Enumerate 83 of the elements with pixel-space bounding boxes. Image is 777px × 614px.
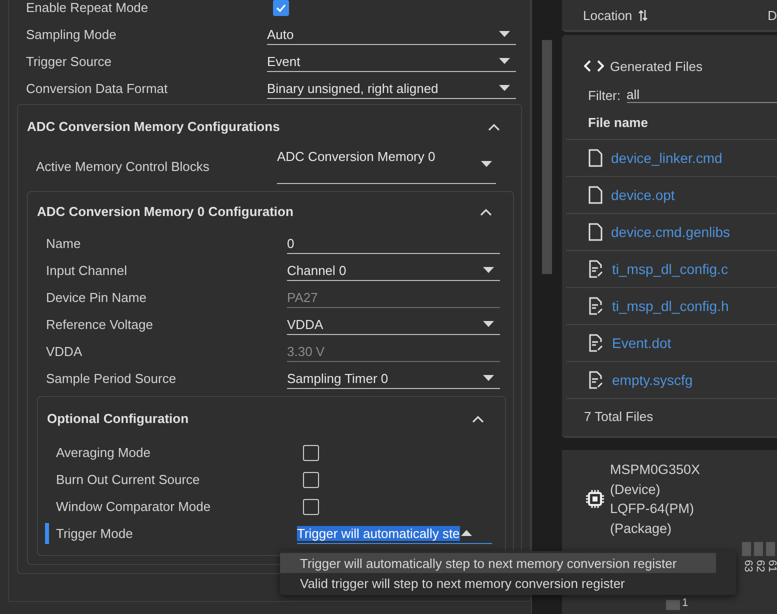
scrollbar-thumb[interactable] — [542, 40, 552, 274]
pin — [742, 542, 751, 556]
caret-icon — [499, 58, 510, 64]
file-link[interactable]: device.cmd.genlibs — [611, 224, 730, 240]
file-link[interactable]: ti_msp_dl_config.h — [612, 298, 729, 314]
card-title: Generated Files — [610, 58, 702, 74]
menu-option[interactable]: Valid trigger will step to next memory conversion register — [280, 573, 716, 593]
checkbox[interactable] — [273, 0, 289, 16]
field-label: Input Channel — [46, 263, 128, 278]
file-link[interactable]: device.opt — [611, 187, 675, 203]
pin — [766, 542, 775, 556]
pin-label: 63 — [742, 560, 754, 572]
sort-icon[interactable] — [638, 8, 648, 22]
field-label: Sample Period Source — [46, 371, 178, 386]
dropdown-field[interactable]: Auto — [267, 24, 516, 44]
dropdown-field[interactable]: Sampling Timer 0 — [287, 368, 500, 388]
code-icon — [584, 60, 604, 72]
checkbox[interactable] — [303, 472, 319, 488]
dropdown-field[interactable]: Event — [267, 52, 516, 72]
pin — [754, 542, 763, 556]
caret-icon — [483, 267, 494, 273]
column-header[interactable]: D — [768, 8, 777, 22]
device-info: MSPM0G350X — [610, 461, 700, 479]
caret-icon — [481, 160, 492, 166]
device-info: (Device) — [610, 480, 662, 499]
field-label: Enable Repeat Mode — [26, 0, 150, 15]
edit-file-icon — [588, 334, 604, 352]
device-info: (Package) — [610, 520, 673, 538]
dropdown-field[interactable]: Channel 0 — [287, 260, 500, 280]
caret-icon — [499, 85, 510, 91]
column-header: File name — [566, 103, 777, 140]
readonly-field: PA27 — [287, 288, 500, 308]
pin — [666, 600, 680, 610]
filter-label: Filter: — [588, 88, 620, 102]
field-label: Trigger Source — [26, 54, 112, 69]
field-label: Window Comparator Mode — [56, 499, 212, 514]
file-icon — [588, 186, 603, 204]
file-icon — [588, 223, 603, 241]
field-label: Sampling Mode — [26, 27, 118, 42]
caret-icon — [483, 375, 494, 381]
field-label: Conversion Data Format — [26, 81, 169, 96]
pin-label: 1 — [682, 597, 688, 609]
pin-label: 62 — [754, 560, 766, 572]
menu-option[interactable]: Trigger will automatically step to next memory conversion register — [280, 553, 716, 573]
edit-file-icon — [588, 297, 604, 315]
checkmark-icon — [276, 4, 286, 12]
file-link[interactable]: empty.syscfg — [612, 372, 693, 388]
field-label: Burn Out Current Source — [56, 472, 201, 487]
file-count: 7 Total Files — [583, 408, 654, 426]
dropdown-field[interactable]: ADC Conversion Memory 0 — [277, 148, 496, 184]
edit-file-icon — [588, 371, 604, 389]
caret-icon — [461, 530, 472, 536]
field-label: Device Pin Name — [46, 290, 148, 305]
caret-icon — [483, 321, 494, 327]
field-label: Active Memory Control Blocks — [36, 158, 210, 174]
pin-label: 61 — [766, 560, 777, 572]
file-link[interactable]: ti_msp_dl_config.c — [612, 261, 728, 277]
checkbox[interactable] — [303, 498, 319, 514]
field-label: Reference Voltage — [46, 317, 154, 332]
file-link[interactable]: device_linker.cmd — [611, 150, 722, 166]
dropdown-field[interactable]: VDDA — [287, 314, 500, 334]
section-title: ADC Conversion Memory Configurations — [27, 118, 280, 134]
field-label: Trigger Mode — [56, 526, 134, 541]
section-title: Optional Configuration — [47, 410, 189, 426]
edit-file-icon — [588, 260, 604, 278]
caret-icon — [499, 31, 510, 37]
readonly-field: 3.30 V — [287, 342, 500, 362]
chip-icon — [586, 490, 604, 508]
section-title: ADC Conversion Memory 0 Configuration — [37, 204, 294, 218]
column-header[interactable]: Location — [583, 8, 632, 22]
file-link[interactable]: Event.dot — [612, 335, 672, 351]
field-label: VDDA — [46, 344, 84, 359]
field-label: Name — [46, 236, 82, 251]
filter-field[interactable]: all — [626, 87, 777, 103]
file-icon — [588, 149, 603, 167]
field-label: Averaging Mode — [56, 445, 152, 460]
text-field[interactable]: 0 — [287, 234, 500, 254]
collapse-icon[interactable] — [488, 122, 500, 130]
collapse-icon[interactable] — [480, 208, 492, 216]
dropdown-field[interactable]: Binary unsigned, right aligned — [267, 78, 516, 98]
collapse-icon[interactable] — [472, 414, 484, 422]
checkbox[interactable] — [303, 444, 319, 460]
device-info: LQFP-64(PM) — [610, 500, 696, 518]
